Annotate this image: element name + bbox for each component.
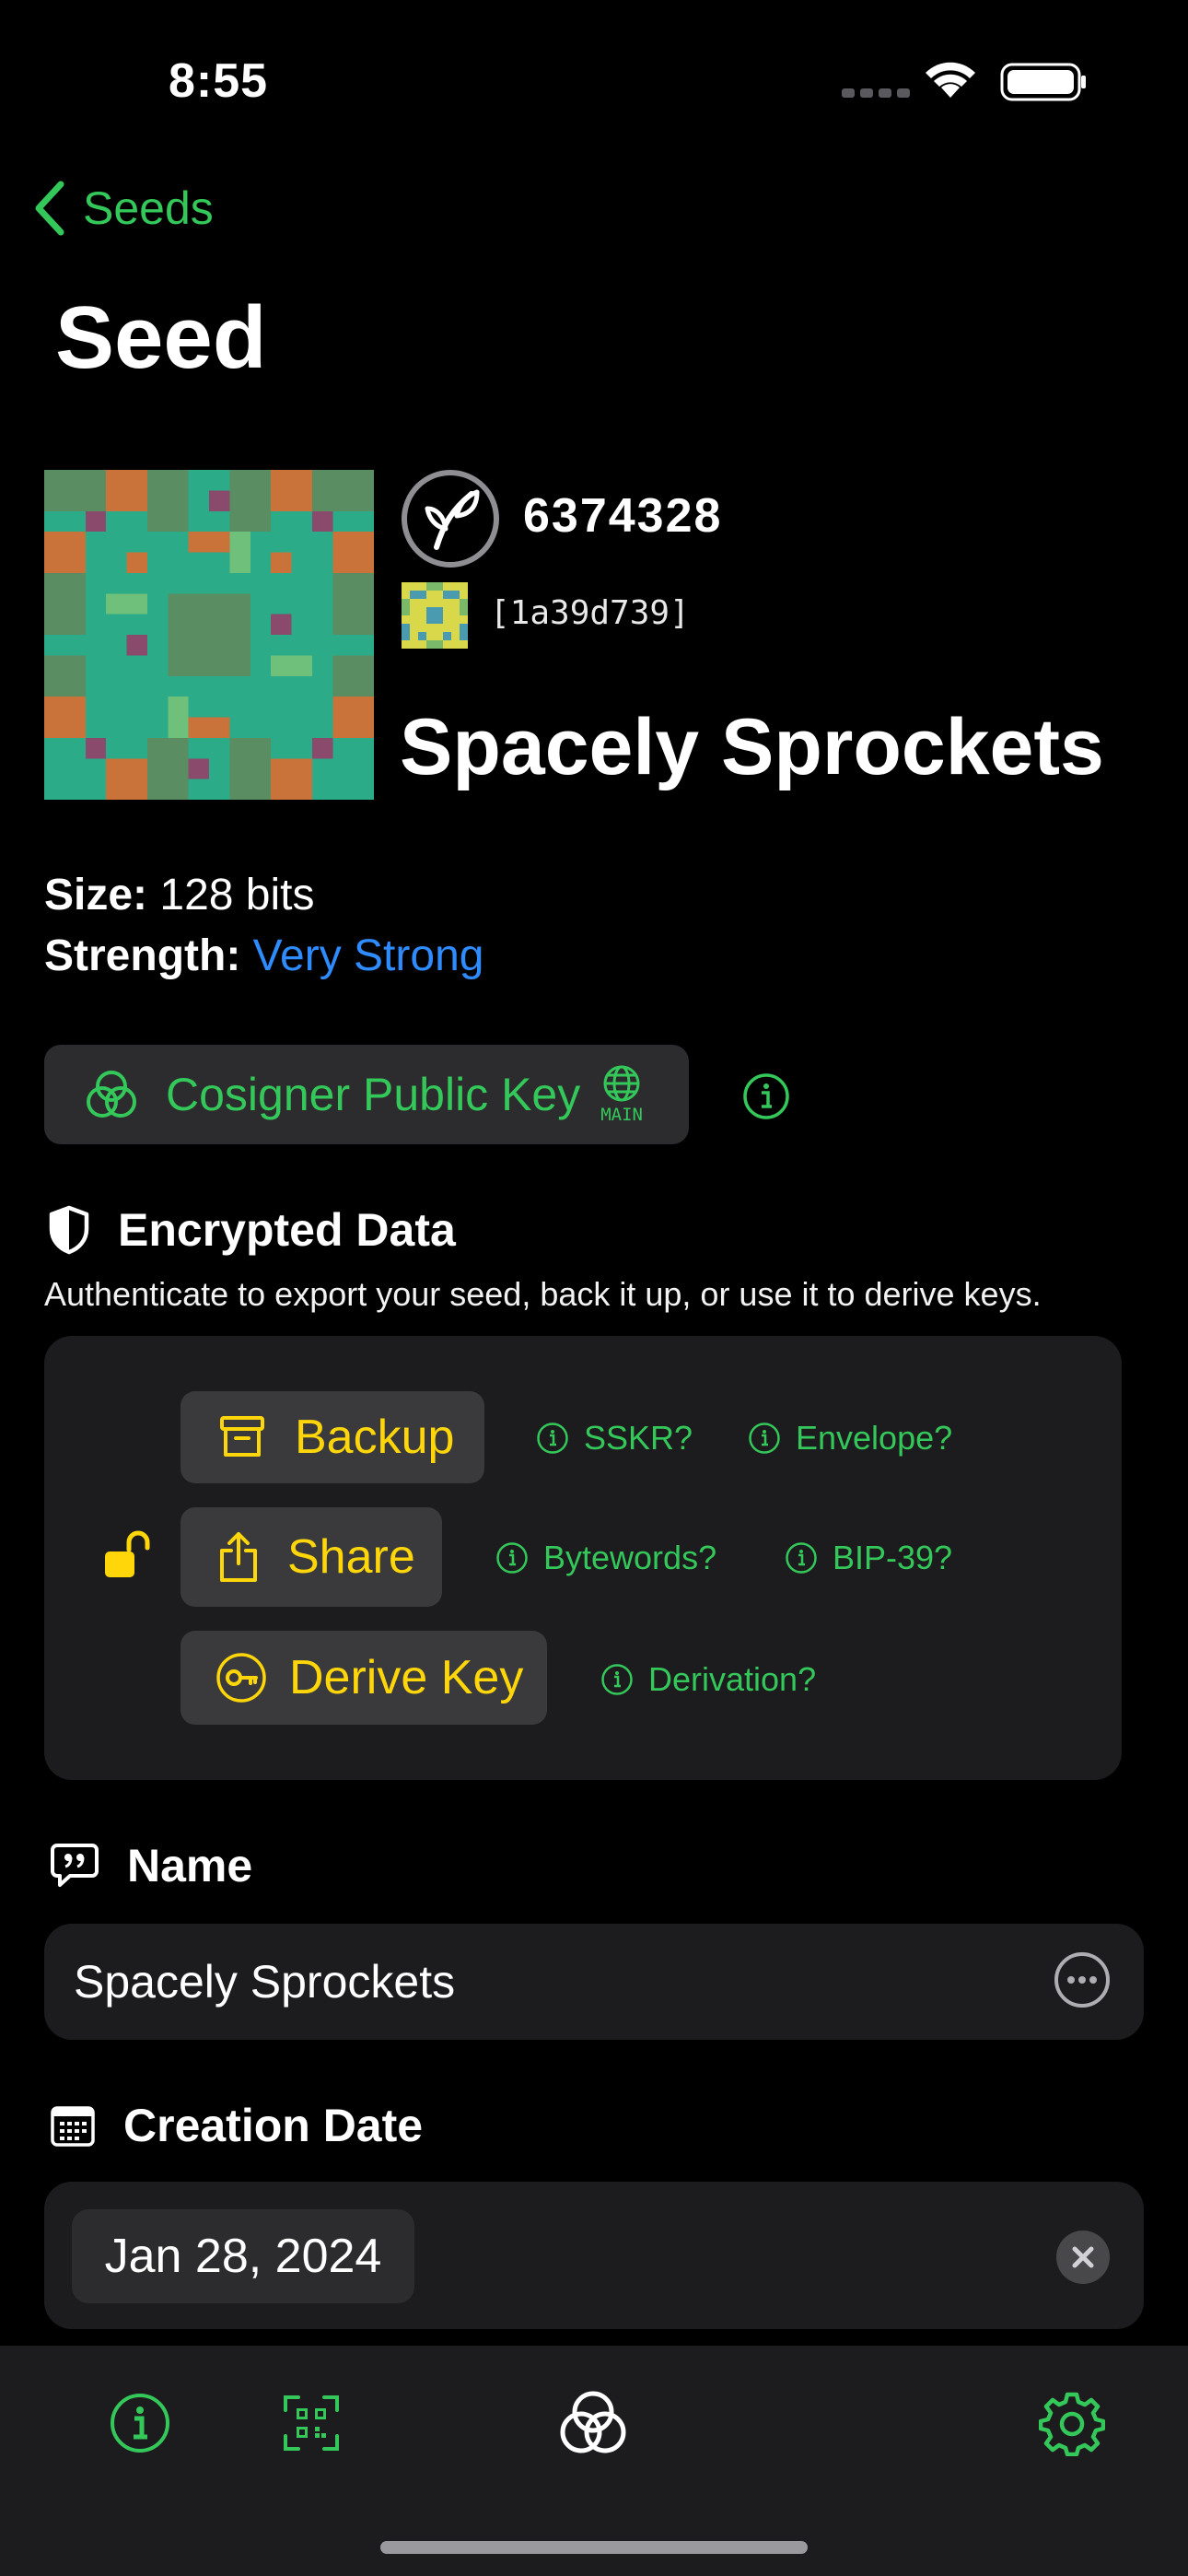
backup-button[interactable]: Backup — [181, 1391, 484, 1483]
cosigner-rings-icon — [87, 1071, 136, 1118]
info-circle-icon — [496, 1542, 528, 1574]
xmark-circle-icon — [1056, 2231, 1110, 2284]
share-button[interactable]: Share — [181, 1507, 442, 1607]
home-indicator — [380, 2541, 808, 2554]
size-value: 128 bits — [159, 871, 315, 919]
encrypted-data-title: Encrypted Data — [118, 1204, 456, 1256]
cosigner-info-button[interactable] — [742, 1072, 790, 1120]
encrypted-data-description: Authenticate to export your seed, back i… — [44, 1275, 1042, 1313]
seed-id: 6374328 — [523, 489, 723, 543]
clear-date-button[interactable] — [1055, 2230, 1111, 2285]
globe-icon — [603, 1065, 640, 1102]
creation-date-header: Creation Date — [50, 2099, 423, 2152]
battery-icon — [1000, 63, 1086, 101]
seed-name-title: Spacely Sprockets — [400, 703, 1104, 791]
cosigner-label: Cosigner Public Key — [166, 1069, 581, 1120]
qr-scan-icon — [284, 2395, 339, 2451]
encrypted-data-header: Encrypted Data — [48, 1203, 456, 1257]
back-button[interactable]: Seeds — [33, 181, 214, 236]
toolbar-qr-scan-button[interactable] — [282, 2394, 341, 2453]
toolbar-settings-button[interactable] — [1039, 2390, 1105, 2456]
status-icons — [838, 57, 1087, 103]
backup-label: Backup — [295, 1411, 455, 1464]
strength-label: Strength: — [44, 931, 241, 980]
derive-key-label: Derive Key — [289, 1651, 524, 1704]
calendar-icon — [51, 2106, 95, 2147]
seed-lifehash-image — [44, 470, 374, 800]
size-line: Size: 128 bits — [44, 870, 315, 920]
creation-date-title: Creation Date — [123, 2100, 424, 2151]
strength-line: Strength: Very Strong — [44, 931, 483, 981]
envelope-info-link[interactable]: Envelope? — [748, 1419, 952, 1458]
wifi-icon — [926, 62, 975, 98]
derivation-label: Derivation? — [648, 1660, 817, 1698]
mainnet-badge: MAIN — [600, 1064, 643, 1125]
derivation-info-link[interactable]: Derivation? — [600, 1660, 816, 1699]
bytewords-info-link[interactable]: Bytewords? — [495, 1539, 716, 1577]
toolbar-home-button[interactable] — [556, 2386, 630, 2460]
fingerprint-lifehash-image — [402, 582, 468, 649]
toolbar-info-button[interactable] — [109, 2392, 171, 2454]
name-section-header: Name — [50, 1839, 252, 1892]
envelope-label: Envelope? — [796, 1419, 953, 1457]
name-options-button[interactable] — [1054, 1951, 1111, 2008]
seed-fingerprint: [1a39d739] — [490, 594, 690, 632]
shield-icon — [49, 1205, 89, 1255]
network-badge-label: MAIN — [600, 1105, 643, 1125]
cosigner-rings-icon — [560, 2391, 626, 2453]
back-label: Seeds — [83, 182, 214, 234]
info-circle-icon — [749, 1423, 780, 1454]
share-label: Share — [287, 1530, 415, 1584]
share-icon — [220, 1532, 257, 1582]
strength-value: Very Strong — [252, 931, 484, 980]
info-circle-icon — [601, 1664, 633, 1695]
cosigner-public-key-button[interactable]: Cosigner Public Key MAIN — [44, 1045, 689, 1144]
bytewords-label: Bytewords? — [543, 1539, 717, 1576]
ellipsis-circle-icon — [1054, 1952, 1110, 2008]
page-title: Seed — [55, 288, 267, 387]
info-circle-icon — [111, 2394, 169, 2453]
info-circle-icon — [786, 1542, 817, 1574]
gear-icon — [1039, 2392, 1105, 2456]
name-field-value: Spacely Sprockets — [74, 1956, 456, 2008]
key-circle-icon — [216, 1653, 266, 1703]
sskr-label: SSKR? — [584, 1419, 693, 1457]
creation-date-picker[interactable]: Jan 28, 2024 — [72, 2209, 414, 2303]
name-section-title: Name — [127, 1840, 253, 1891]
seed-leaf-icon — [400, 468, 501, 569]
info-circle-icon — [537, 1423, 568, 1454]
bip39-info-link[interactable]: BIP-39? — [785, 1539, 952, 1577]
cellular-signal-icon — [842, 88, 910, 98]
sskr-info-link[interactable]: SSKR? — [536, 1419, 693, 1458]
archive-box-icon — [220, 1416, 264, 1457]
chevron-left-icon — [35, 181, 64, 236]
bip39-label: BIP-39? — [833, 1539, 953, 1576]
size-label: Size: — [44, 871, 148, 919]
quote-bubble-icon — [51, 1844, 99, 1887]
unlock-icon — [101, 1529, 153, 1581]
status-time: 8:55 — [169, 54, 269, 108]
derive-key-button[interactable]: Derive Key — [181, 1631, 547, 1725]
info-circle-icon — [743, 1073, 789, 1119]
